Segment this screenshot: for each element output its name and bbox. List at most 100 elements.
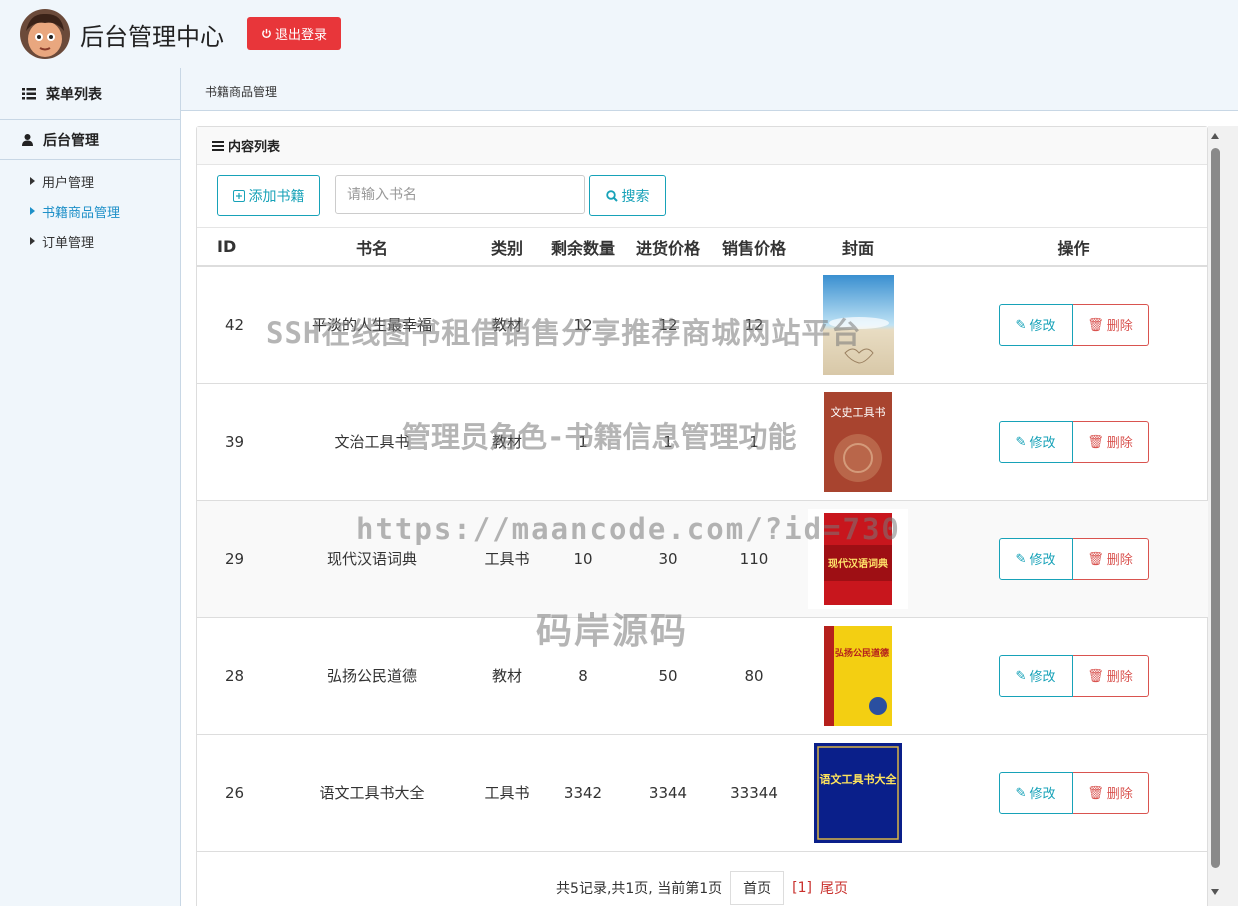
column-header: 类别 xyxy=(472,228,542,267)
cell-category: 工具书 xyxy=(472,734,542,852)
logout-button[interactable]: 退出登录 xyxy=(247,17,341,50)
scroll-up-icon[interactable] xyxy=(1211,133,1219,139)
book-cover-image: 现代汉语词典 xyxy=(808,508,908,609)
cover-title: 文史工具书 xyxy=(831,405,886,419)
cell-price: 33344 xyxy=(712,734,796,852)
delete-button[interactable]: 🗑 删除 xyxy=(1072,654,1149,697)
first-page-button[interactable]: 首页 xyxy=(730,871,785,905)
table-row: 39 文治工具书 教材 1 1 1 文史工具书 ✎ 修改 🗑 删除 xyxy=(197,383,1227,501)
cell-stock: 10 xyxy=(542,500,624,618)
cell-cost: 1 xyxy=(624,383,712,501)
toolbar: 添加书籍 搜索 xyxy=(197,165,1207,228)
table-row: 26 语文工具书大全 工具书 3342 3344 33344 语文工具书大全 ✎… xyxy=(197,734,1227,852)
search-input[interactable] xyxy=(335,175,585,214)
cell-actions: ✎ 修改 🗑 删除 xyxy=(920,383,1227,501)
column-header: 操作 xyxy=(920,228,1227,267)
content-panel: 内容列表 添加书籍 搜索 ID 书名 xyxy=(196,126,1227,906)
sidebar: 菜单列表 后台管理 用户管理 书籍商品管理 订单管理 xyxy=(0,68,181,906)
table-header-row: ID 书名 类别 剩余数量 进货价格 销售价格 封面 操作 xyxy=(197,228,1227,267)
panel-title: 内容列表 xyxy=(197,127,1207,165)
cell-price: 110 xyxy=(712,500,796,618)
edit-button[interactable]: ✎ 修改 xyxy=(998,654,1073,697)
sidebar-items: 用户管理 书籍商品管理 订单管理 xyxy=(0,160,180,256)
column-header: 剩余数量 xyxy=(542,228,624,267)
delete-button[interactable]: 🗑 删除 xyxy=(1072,303,1149,346)
list-icon xyxy=(22,87,36,99)
cell-id: 42 xyxy=(197,266,272,384)
edit-button[interactable]: ✎ 修改 xyxy=(998,537,1073,580)
last-page-link[interactable]: 尾页 xyxy=(820,878,848,898)
trash-icon: 🗑 xyxy=(1087,433,1104,449)
cell-cost: 50 xyxy=(624,617,712,735)
cell-stock: 8 xyxy=(542,617,624,735)
plus-square-icon xyxy=(232,189,245,202)
cell-actions: ✎ 修改 🗑 删除 xyxy=(920,500,1227,618)
cell-cover: 语文工具书大全 xyxy=(796,734,920,852)
current-page-link[interactable]: [1] xyxy=(792,880,812,896)
caret-right-icon xyxy=(30,237,35,245)
book-cover-image: 语文工具书大全 xyxy=(814,742,902,843)
cell-category: 工具书 xyxy=(472,500,542,618)
caret-right-icon xyxy=(30,207,35,215)
row-actions: ✎ 修改 🗑 删除 xyxy=(998,771,1149,814)
user-icon xyxy=(22,133,33,146)
column-header: 销售价格 xyxy=(712,228,796,267)
cell-price: 1 xyxy=(712,383,796,501)
cover-title: 现代汉语词典 xyxy=(828,557,888,570)
scroll-down-icon[interactable] xyxy=(1211,889,1219,895)
table-row: 29 现代汉语词典 工具书 10 30 110 现代汉语词典 ✎ 修改 🗑 删除 xyxy=(197,500,1227,618)
scrollbar-thumb[interactable] xyxy=(1211,148,1220,868)
edit-button[interactable]: ✎ 修改 xyxy=(998,303,1073,346)
cell-cost: 30 xyxy=(624,500,712,618)
cover-title: 语文工具书大全 xyxy=(820,772,898,786)
book-cover-image xyxy=(822,274,894,375)
cell-id: 29 xyxy=(197,500,272,618)
table-row: 28 弘扬公民道德 教材 8 50 80 弘扬公民道德 ✎ 修改 🗑 删除 xyxy=(197,617,1227,735)
column-header: 封面 xyxy=(796,228,920,267)
cell-category: 教材 xyxy=(472,617,542,735)
cell-cost: 3344 xyxy=(624,734,712,852)
trash-icon: 🗑 xyxy=(1087,550,1104,566)
row-actions: ✎ 修改 🗑 删除 xyxy=(998,537,1149,580)
edit-icon: ✎ xyxy=(1015,784,1027,800)
avatar xyxy=(20,9,70,59)
search-button[interactable]: 搜索 xyxy=(589,175,666,216)
cell-cover: 现代汉语词典 xyxy=(796,500,920,618)
pagination-summary: 共5记录,共1页, 当前第1页 xyxy=(556,881,723,897)
sidebar-item-users[interactable]: 用户管理 xyxy=(0,166,180,196)
trash-icon: 🗑 xyxy=(1087,667,1104,683)
delete-button[interactable]: 🗑 删除 xyxy=(1072,537,1149,580)
cell-id: 39 xyxy=(197,383,272,501)
cover-title: 弘扬公民道德 xyxy=(835,647,889,659)
cell-stock: 12 xyxy=(542,266,624,384)
cell-cover: 弘扬公民道德 xyxy=(796,617,920,735)
cell-category: 教材 xyxy=(472,266,542,384)
column-header: ID xyxy=(197,228,272,267)
site-title: 后台管理中心 xyxy=(80,23,224,51)
bars-icon xyxy=(212,140,224,151)
trash-icon: 🗑 xyxy=(1087,784,1104,800)
book-cover-image: 文史工具书 xyxy=(824,391,892,492)
cell-name: 弘扬公民道德 xyxy=(272,617,472,735)
caret-right-icon xyxy=(30,177,35,185)
edit-button[interactable]: ✎ 修改 xyxy=(998,771,1073,814)
edit-icon: ✎ xyxy=(1015,667,1027,683)
sidebar-group-admin[interactable]: 后台管理 xyxy=(0,120,180,160)
row-actions: ✎ 修改 🗑 删除 xyxy=(998,420,1149,463)
edit-button[interactable]: ✎ 修改 xyxy=(998,420,1073,463)
cell-price: 12 xyxy=(712,266,796,384)
app-header: 后台管理中心 退出登录 xyxy=(0,0,1238,68)
cell-id: 26 xyxy=(197,734,272,852)
delete-button[interactable]: 🗑 删除 xyxy=(1072,771,1149,814)
edit-icon: ✎ xyxy=(1015,550,1027,566)
add-book-button[interactable]: 添加书籍 xyxy=(217,175,320,216)
cell-price: 80 xyxy=(712,617,796,735)
sidebar-menu-title: 菜单列表 xyxy=(0,68,180,120)
edit-icon: ✎ xyxy=(1015,316,1027,332)
delete-button[interactable]: 🗑 删除 xyxy=(1072,420,1149,463)
sidebar-item-books[interactable]: 书籍商品管理 xyxy=(0,196,180,226)
cell-name: 文治工具书 xyxy=(272,383,472,501)
cell-actions: ✎ 修改 🗑 删除 xyxy=(920,734,1227,852)
sidebar-item-orders[interactable]: 订单管理 xyxy=(0,226,180,256)
row-actions: ✎ 修改 🗑 删除 xyxy=(998,303,1149,346)
